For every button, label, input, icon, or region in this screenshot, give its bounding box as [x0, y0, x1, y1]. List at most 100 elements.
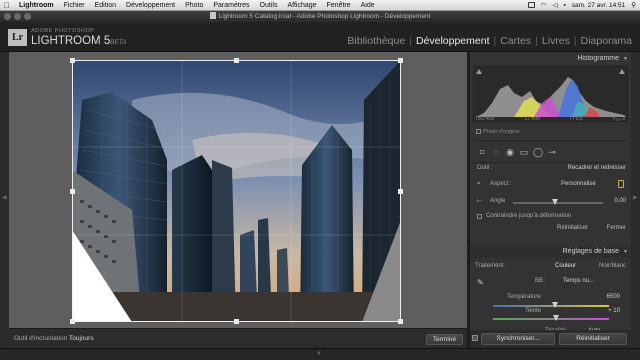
brand-name: LIGHTROOM 5 — [31, 35, 111, 47]
angle-label: Angle — [490, 198, 506, 204]
red-eye-icon[interactable]: ◉ — [505, 147, 515, 157]
menu-lightroom[interactable]: Lightroom — [14, 2, 59, 9]
crop-handle-bottom-left[interactable] — [70, 319, 75, 324]
treatment-bw-button[interactable]: Noir/blanc — [599, 263, 626, 269]
panel-divider — [473, 140, 628, 141]
treatment-color-button[interactable]: Couleur — [555, 263, 576, 269]
crop-handle-left[interactable] — [70, 189, 75, 194]
left-arrow-icon: ◀ — [2, 195, 7, 201]
temperature-slider[interactable] — [493, 305, 609, 307]
module-livres[interactable]: Livres — [538, 35, 574, 47]
menu-photo[interactable]: Photo — [180, 2, 208, 9]
crop-handle-top-left[interactable] — [70, 58, 75, 63]
crop-tool-label: Outil : — [477, 165, 493, 171]
temperature-slider-knob[interactable] — [552, 302, 558, 308]
crop-reset-button[interactable]: Réinitialiser — [557, 225, 588, 231]
module-bibliotheque[interactable]: Bibliothèque — [343, 35, 409, 47]
angle-slider[interactable] — [513, 202, 603, 204]
apple-menu-icon[interactable]:  — [0, 1, 14, 10]
treatment-label: Traitement : — [475, 263, 507, 269]
crop-close-button[interactable]: Fermer — [607, 225, 626, 231]
angle-slider-knob[interactable] — [552, 199, 558, 205]
module-diaporama[interactable]: Diaporama — [577, 35, 636, 47]
histogram-header[interactable]: Histogramme ▼ — [470, 53, 631, 65]
left-panel-toggle[interactable]: ◀ — [0, 52, 9, 348]
spotlight-icon[interactable]: ⚲ — [631, 1, 636, 9]
level-icon[interactable]: ⊢ — [477, 198, 482, 205]
sync-button[interactable]: Synchroniser... — [481, 333, 555, 345]
photo-canvas[interactable] — [9, 52, 467, 328]
crop-handle-bottom-right[interactable] — [398, 319, 403, 324]
eyedropper-icon[interactable]: ✎ — [477, 278, 484, 287]
brand-beta: BETA — [110, 39, 127, 46]
crop-handle-bottom[interactable] — [234, 319, 239, 324]
crop-handle-top-right[interactable] — [398, 58, 403, 63]
overlay-tool-select[interactable]: Toujours — [69, 335, 94, 342]
tint-value[interactable]: + 10 — [608, 308, 620, 314]
graduated-filter-icon[interactable]: ▭ — [519, 147, 529, 157]
radial-filter-icon[interactable]: ◯ — [533, 147, 543, 157]
histogram[interactable] — [473, 66, 628, 123]
aspect-select[interactable]: Personnalisé — [561, 181, 596, 187]
exif-iso: ISO 400 — [476, 116, 495, 122]
adjustment-brush-icon[interactable]: ⊸ — [547, 147, 557, 157]
menu-edition[interactable]: Edition — [90, 2, 121, 9]
right-panel-toggle[interactable]: ▶ — [631, 52, 640, 348]
temperature-value[interactable]: 6500 — [607, 294, 620, 300]
menu-parametres[interactable]: Paramètres — [208, 2, 254, 9]
constrain-label: Contraindre jusqu'à déformation — [486, 213, 572, 219]
brand-subtitle: ADOBE PHOTOSHOP — [31, 28, 95, 34]
module-developpement[interactable]: Développement — [412, 35, 494, 47]
crop-handle-right[interactable] — [398, 189, 403, 194]
crop-handle-top[interactable] — [234, 58, 239, 63]
menu-outils[interactable]: Outils — [255, 2, 283, 9]
aspect-label: Aspect : — [490, 181, 512, 187]
clock[interactable]: sam. 27 avr. 14:51 — [572, 2, 625, 9]
crop-panel: Outil : Recadrer et redresser ⌗ Aspect :… — [473, 163, 628, 235]
mac-menu-bar:  Lightroom Fichier Edition Développemen… — [0, 0, 640, 11]
angle-value[interactable]: 0,00 — [614, 198, 626, 204]
original-photo-label: Photo d'origine — [483, 129, 520, 135]
spot-removal-icon[interactable]: ◌ — [491, 147, 501, 157]
menu-fenetre[interactable]: Fenêtre — [322, 2, 356, 9]
menu-fichier[interactable]: Fichier — [59, 2, 90, 9]
right-panel: Histogramme ▼ ISO 400 17 mm f / 5,6 ¹⁄₁₅… — [470, 52, 631, 348]
reset-button[interactable]: Réinitialiser — [559, 333, 627, 345]
overlay-tool-label: Outil d'incrustation : — [14, 335, 71, 342]
filmstrip-toggle[interactable]: ▼ — [0, 348, 640, 360]
zoom-window-button[interactable] — [24, 13, 31, 20]
down-arrow-icon: ▼ — [316, 351, 322, 357]
temperature-label: Température — [507, 294, 541, 300]
sync-toggle[interactable] — [472, 335, 478, 341]
minimize-window-button[interactable] — [14, 13, 21, 20]
tint-slider-knob[interactable] — [553, 315, 559, 321]
toolbar: Outil d'incrustation : Toujours Terminé — [9, 328, 467, 348]
lightroom-window:  Lightroom Fichier Edition Développemen… — [0, 0, 640, 360]
white-balance-select[interactable]: Temps nu... — [563, 278, 594, 284]
original-photo-checkbox[interactable]: Photo d'origine — [476, 129, 520, 135]
menu-aide[interactable]: Aide — [356, 2, 380, 9]
develop-tool-strip: ⌗ ◌ ◉ ▭ ◯ ⊸ — [473, 144, 628, 160]
photo-crop-area[interactable] — [72, 60, 401, 322]
shadow-clipping-icon[interactable] — [476, 69, 482, 74]
highlight-clipping-icon[interactable] — [619, 69, 625, 74]
tint-label: Teinte — [525, 308, 542, 314]
basic-panel: Traitement : Couleur Noir/blanc ✎ BB : T… — [473, 244, 628, 336]
close-window-button[interactable] — [4, 13, 11, 20]
constrain-checkbox[interactable] — [477, 214, 482, 219]
flag-icon[interactable]: ▪ — [563, 2, 565, 9]
wifi-icon[interactable]: ◠ — [541, 1, 547, 9]
lr-logo: Lr — [8, 29, 27, 46]
menu-affichage[interactable]: Affichage — [282, 2, 321, 9]
crop-frame-icon[interactable]: ⌗ — [477, 181, 480, 188]
document-icon — [209, 12, 216, 19]
battery-icon[interactable] — [527, 2, 535, 8]
module-cartes[interactable]: Cartes — [496, 35, 535, 47]
menu-developpement[interactable]: Développement — [121, 2, 180, 9]
done-button[interactable]: Terminé — [425, 334, 463, 345]
volume-icon[interactable]: ◁ — [552, 1, 557, 9]
histogram-exif: ISO 400 17 mm f / 5,6 ¹⁄₁₅₀ s — [473, 116, 628, 122]
lock-icon[interactable] — [618, 180, 624, 188]
tint-slider[interactable] — [493, 318, 609, 320]
crop-tool-icon[interactable]: ⌗ — [477, 147, 487, 157]
